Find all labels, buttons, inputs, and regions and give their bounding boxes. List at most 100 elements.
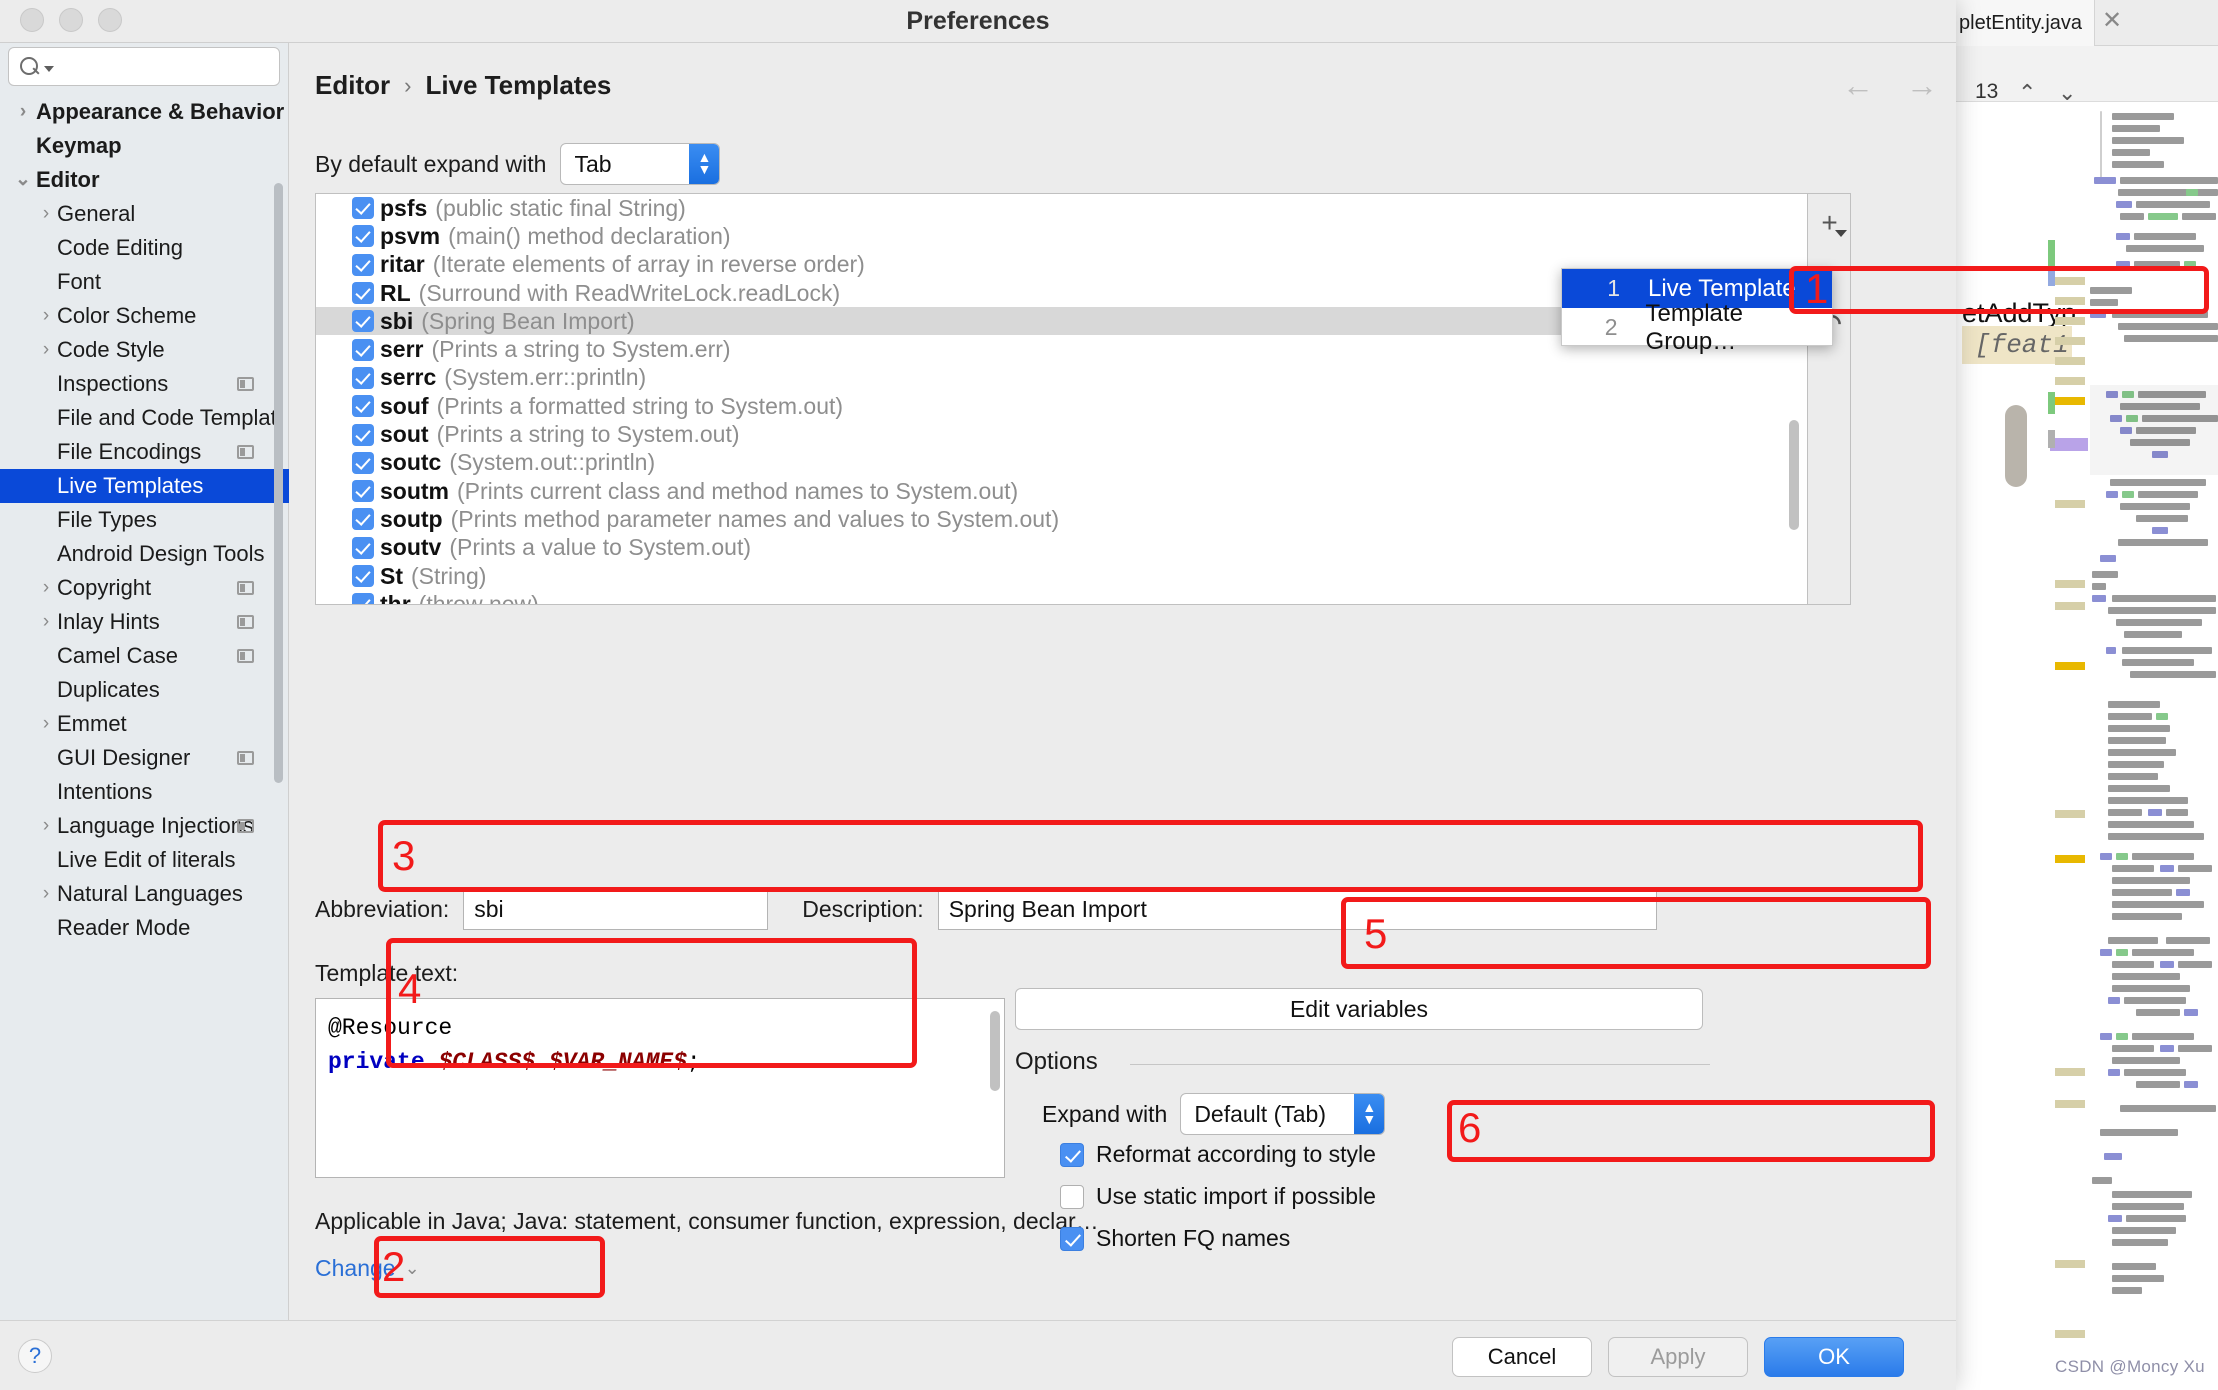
chevron-down-icon[interactable]: ⌄ xyxy=(15,170,31,189)
checkbox-icon[interactable] xyxy=(352,225,374,248)
sidebar-item-inspections[interactable]: Inspections xyxy=(0,367,289,401)
chevron-right-icon[interactable]: › xyxy=(15,102,31,121)
sidebar-item-duplicates[interactable]: Duplicates xyxy=(0,673,289,707)
checkbox-icon[interactable] xyxy=(352,310,374,333)
sidebar-item-gui-designer[interactable]: GUI Designer xyxy=(0,741,289,775)
chevron-right-icon[interactable]: › xyxy=(38,204,54,223)
chevron-right-icon[interactable]: › xyxy=(38,884,54,903)
sidebar-item-file-and-code-templat[interactable]: File and Code Templat xyxy=(0,401,289,435)
sidebar-item-language-injections[interactable]: › Language Injections xyxy=(0,809,289,843)
checkbox-icon[interactable] xyxy=(352,423,374,446)
ok-button[interactable]: OK xyxy=(1764,1337,1904,1377)
sidebar-scrollbar-thumb[interactable] xyxy=(274,183,283,783)
minimize-window-button[interactable] xyxy=(59,8,83,32)
expand-with-select[interactable]: Default (Tab) ▲ ▼ xyxy=(1180,1093,1386,1135)
checkbox-icon[interactable] xyxy=(352,451,374,474)
apply-button[interactable]: Apply xyxy=(1608,1337,1748,1377)
history-nav[interactable]: ← → xyxy=(1842,69,1938,101)
checkbox-icon[interactable] xyxy=(352,338,374,361)
checkbox-icon[interactable] xyxy=(352,197,374,220)
sidebar-item-file-types[interactable]: File Types xyxy=(0,503,289,537)
stepper-icon[interactable]: ▲ ▼ xyxy=(689,144,720,184)
menu-item-template-group[interactable]: 2 Template Group… xyxy=(1562,300,1832,355)
shorten-fq-names-checkbox-row[interactable]: Shorten FQ names xyxy=(1060,1225,1290,1252)
breadcrumb-root[interactable]: Editor xyxy=(315,70,390,101)
default-expand-select[interactable]: Tab ▲ ▼ xyxy=(560,143,721,185)
settings-nav-list[interactable]: › Appearance & Behavior Keymap ⌄ Editor › Gene… xyxy=(0,95,289,1315)
help-button[interactable]: ? xyxy=(18,1339,52,1373)
chevron-right-icon[interactable]: › xyxy=(38,816,54,835)
templates-toolbar[interactable]: + ↶ xyxy=(1808,193,1851,605)
add-template-popup-menu[interactable]: 1 Live Template 2 Template Group… xyxy=(1561,268,1833,355)
search-input[interactable] xyxy=(8,47,280,86)
checkbox-icon[interactable] xyxy=(352,593,374,604)
add-template-button[interactable]: + xyxy=(1808,200,1851,246)
checkbox-icon[interactable] xyxy=(352,366,374,389)
checkbox-icon[interactable] xyxy=(1060,1184,1084,1209)
sidebar-item-code-style[interactable]: › Code Style xyxy=(0,333,289,367)
template-list-item[interactable]: psvm (main() method declaration) xyxy=(316,222,1807,250)
chevron-right-icon[interactable]: › xyxy=(38,578,54,597)
maximize-window-button[interactable] xyxy=(98,8,122,32)
checkbox-icon[interactable] xyxy=(1060,1142,1084,1167)
sidebar-item-natural-languages[interactable]: › Natural Languages xyxy=(0,877,289,911)
sidebar-item-intentions[interactable]: Intentions xyxy=(0,775,289,809)
template-list-item[interactable]: souf (Prints a formatted string to System… xyxy=(316,392,1807,420)
sidebar-item-camel-case[interactable]: Camel Case xyxy=(0,639,289,673)
sidebar-item-reader-mode[interactable]: Reader Mode xyxy=(0,911,289,945)
sidebar-item-inlay-hints[interactable]: › Inlay Hints xyxy=(0,605,289,639)
sidebar-item-color-scheme[interactable]: › Color Scheme xyxy=(0,299,289,333)
chevron-right-icon[interactable]: › xyxy=(38,714,54,733)
templates-list-panel[interactable]: psfs (public static final String) psvm (mai… xyxy=(315,193,1808,605)
use-static-import-checkbox-row[interactable]: Use static import if possible xyxy=(1060,1183,1376,1210)
editor-tab[interactable]: pletEntity.java xyxy=(1955,0,2095,46)
checkbox-icon[interactable] xyxy=(1060,1226,1084,1251)
sidebar-item-appearance-behavior[interactable]: › Appearance & Behavior xyxy=(0,95,289,129)
reformat-according-to-style-checkbox-row[interactable]: Reformat according to style xyxy=(1060,1141,1376,1168)
sidebar-item-live-edit-of-literals[interactable]: Live Edit of literals xyxy=(0,843,289,877)
checkbox-icon[interactable] xyxy=(352,565,374,587)
template-list-item[interactable]: soutp (Prints method parameter names and … xyxy=(316,505,1807,533)
sidebar-item-emmet[interactable]: › Emmet xyxy=(0,707,289,741)
close-window-button[interactable] xyxy=(20,8,44,32)
sidebar-item-live-templates[interactable]: Live Templates xyxy=(0,469,289,503)
template-list-item[interactable]: soutv (Prints a value to System.out) xyxy=(316,534,1807,562)
sidebar-item-editor[interactable]: ⌄ Editor xyxy=(0,163,289,197)
editor-scrollbar-thumb[interactable] xyxy=(2005,405,2027,487)
sidebar-item-copyright[interactable]: › Copyright xyxy=(0,571,289,605)
template-list-item[interactable]: soutm (Prints current class and method na… xyxy=(316,477,1807,505)
sidebar-item-font[interactable]: Font xyxy=(0,265,289,299)
chevron-right-icon[interactable]: › xyxy=(38,306,54,325)
description-input[interactable]: Spring Bean Import xyxy=(937,888,1657,930)
sidebar-item-code-editing[interactable]: Code Editing xyxy=(0,231,289,265)
template-text-scrollbar-thumb[interactable] xyxy=(990,1011,1000,1091)
template-list-item[interactable]: sout (Prints a string to System.out) xyxy=(316,420,1807,448)
checkbox-icon[interactable] xyxy=(352,536,374,559)
checkbox-icon[interactable] xyxy=(352,395,374,418)
chevron-right-icon[interactable]: › xyxy=(38,340,54,359)
checkbox-icon[interactable] xyxy=(352,508,374,531)
chevron-up-icon[interactable]: ⌃ xyxy=(2018,80,2036,106)
checkbox-icon[interactable] xyxy=(352,282,374,305)
templates-list[interactable]: psfs (public static final String) psvm (mai… xyxy=(316,194,1807,604)
edit-variables-button[interactable]: Edit variables xyxy=(1015,988,1703,1030)
sidebar-item-general[interactable]: › General xyxy=(0,197,289,231)
sidebar-item-android-design-tools[interactable]: Android Design Tools xyxy=(0,537,289,571)
window-controls[interactable] xyxy=(20,8,122,32)
sidebar-item-keymap[interactable]: Keymap xyxy=(0,129,289,163)
template-list-item[interactable]: soutc (System.out::println) xyxy=(316,449,1807,477)
checkbox-icon[interactable] xyxy=(352,253,374,276)
abbreviation-input[interactable]: sbi xyxy=(463,888,769,930)
cancel-button[interactable]: Cancel xyxy=(1452,1337,1592,1377)
chevron-down-icon[interactable]: ⌄ xyxy=(2058,80,2076,106)
back-arrow-icon[interactable]: ← xyxy=(1842,69,1874,101)
forward-arrow-icon[interactable]: → xyxy=(1906,69,1938,101)
close-icon[interactable]: ✕ xyxy=(2100,9,2124,34)
template-text-editor[interactable]: @Resource private $CLASS$ $VAR_NAME$; xyxy=(315,998,1005,1178)
template-list-item[interactable]: serrc (System.err::println) xyxy=(316,364,1807,392)
template-list-item[interactable]: psfs (public static final String) xyxy=(316,194,1807,222)
template-list-item[interactable]: St (String) xyxy=(316,562,1807,590)
templates-scrollbar-thumb[interactable] xyxy=(1789,420,1799,530)
chevron-right-icon[interactable]: › xyxy=(38,612,54,631)
checkbox-icon[interactable] xyxy=(352,480,374,503)
